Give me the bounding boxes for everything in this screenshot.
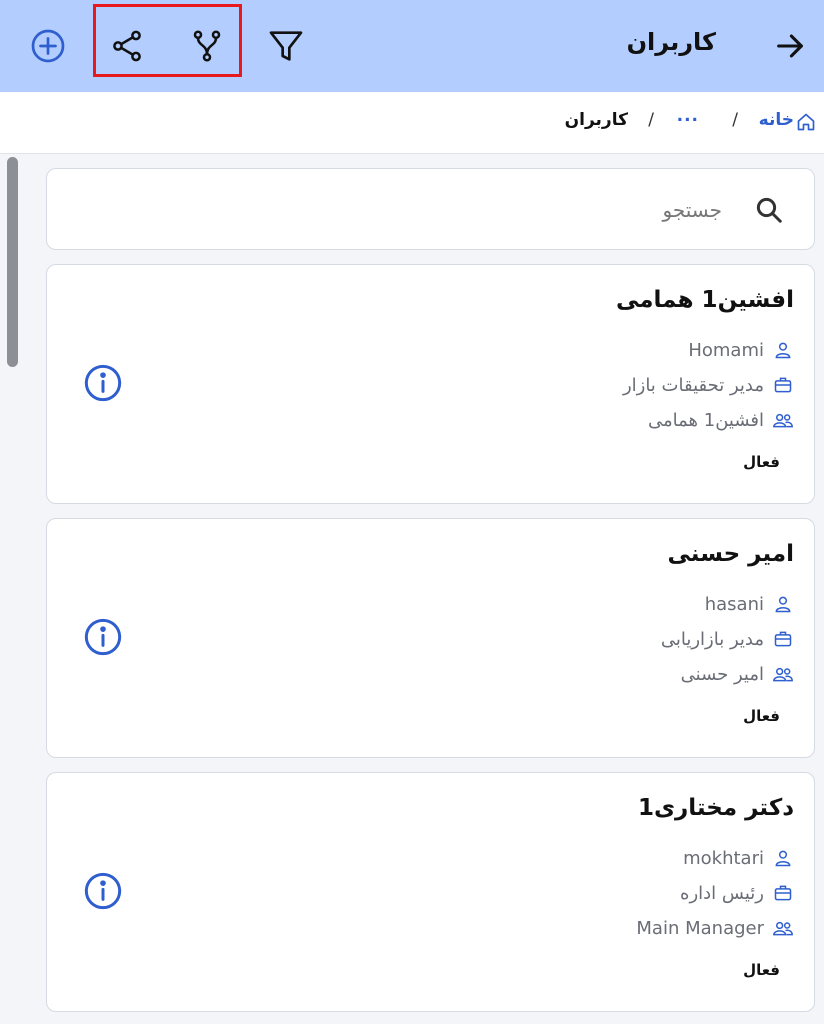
username-row: mokhtari <box>683 845 794 871</box>
username-row: hasani <box>705 591 794 617</box>
user-card[interactable]: امیر حسنی hasani مدیر بازاریابی امیر حسن… <box>46 518 815 758</box>
add-button[interactable] <box>24 22 72 70</box>
group-icon <box>773 413 793 428</box>
user-name: دکتر مختاری1 <box>637 795 794 821</box>
info-icon[interactable] <box>83 363 123 403</box>
filter-button[interactable] <box>262 22 310 70</box>
user-icon <box>775 596 791 613</box>
group-icon <box>773 667 793 682</box>
group: افشین1 همامی <box>648 409 764 431</box>
job-row: مدیر بازاریابی <box>661 626 794 652</box>
briefcase-icon <box>774 885 792 901</box>
status-badge: فعال <box>743 707 780 725</box>
breadcrumb-separator: / <box>648 110 654 130</box>
status-badge: فعال <box>743 453 780 471</box>
breadcrumb-current: کاربران <box>564 110 628 130</box>
user-icon <box>775 342 791 359</box>
search-icon <box>756 197 782 223</box>
group-row: Main Manager <box>636 915 794 941</box>
search-box[interactable] <box>46 168 815 250</box>
arrow-right-icon <box>777 34 803 58</box>
user-card[interactable]: افشین1 همامی Homami مدیر تحقیقات بازار ا… <box>46 264 815 504</box>
group: Main Manager <box>636 917 764 939</box>
search-input[interactable] <box>122 193 722 227</box>
info-icon[interactable] <box>83 617 123 657</box>
username: Homami <box>688 339 764 361</box>
scrollbar-thumb[interactable] <box>7 157 18 367</box>
app-bar: کاربران <box>0 0 824 92</box>
job-row: مدیر تحقیقات بازار <box>623 372 794 398</box>
username: hasani <box>704 593 764 615</box>
status-badge: فعال <box>743 961 780 979</box>
user-name: امیر حسنی <box>667 541 794 567</box>
back-button[interactable] <box>766 22 814 70</box>
username: mokhtari <box>683 847 764 869</box>
breadcrumb-home[interactable]: خانه <box>759 110 794 130</box>
group: امیر حسنی <box>680 663 764 685</box>
job-title: مدیر تحقیقات بازار <box>622 374 764 396</box>
page-title: کاربران <box>626 28 716 56</box>
user-card[interactable]: دکتر مختاری1 mokhtari رئیس اداره Main Ma… <box>46 772 815 1012</box>
group-row: افشین1 همامی <box>648 407 794 433</box>
job-title: رئیس اداره <box>680 882 764 904</box>
user-icon <box>775 850 791 867</box>
job-title: مدیر بازاریابی <box>660 628 764 650</box>
breadcrumb: خانه / ... / کاربران <box>0 92 824 154</box>
group-row: امیر حسنی <box>681 661 794 687</box>
breadcrumb-more[interactable]: ... <box>677 106 699 126</box>
filter-icon <box>269 31 303 61</box>
job-row: رئیس اداره <box>680 880 794 906</box>
briefcase-icon <box>774 377 792 393</box>
breadcrumb-separator: / <box>732 110 738 130</box>
plus-circle-icon <box>31 29 65 63</box>
info-icon[interactable] <box>83 871 123 911</box>
home-icon[interactable] <box>796 112 816 132</box>
username-row: Homami <box>688 337 794 363</box>
briefcase-icon <box>774 631 792 647</box>
highlight-box <box>93 4 242 77</box>
group-icon <box>773 921 793 936</box>
user-name: افشین1 همامی <box>616 287 794 313</box>
